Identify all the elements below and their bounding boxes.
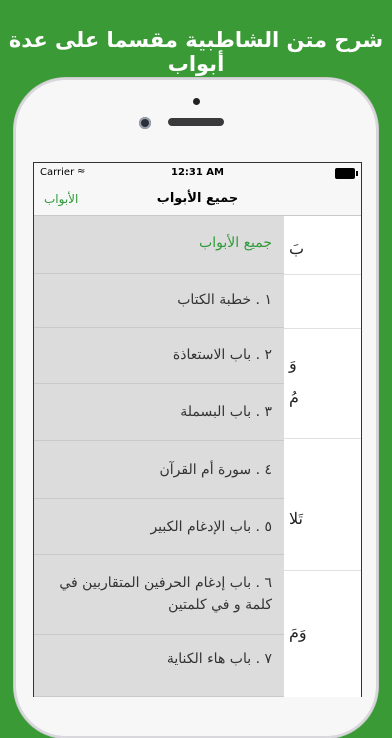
content-row	[284, 328, 361, 439]
menu-item[interactable]: ٢ . باب الاستعاذة	[34, 328, 284, 384]
content-row	[284, 274, 361, 329]
navigation-bar: الأبواب جميع الأبواب	[34, 183, 361, 216]
chapters-menu: جميع الأبواب ١ . خطبة الكتاب ٢ . باب الا…	[34, 216, 284, 697]
menu-item-label: ٢ . باب الاستعاذة	[172, 347, 272, 363]
menu-item-label: ٣ . باب البسملة	[180, 404, 272, 420]
status-time: 12:31 AM	[170, 167, 224, 178]
menu-item-label: ٦ . باب إدغام الحرفين المتقاربين في كلمة…	[59, 575, 272, 613]
status-bar: Carrier ≈ 12:31 AM	[34, 163, 361, 183]
battery-icon	[335, 168, 358, 179]
menu-item[interactable]: ٧ . باب هاء الكناية	[34, 635, 284, 697]
app-screen: Carrier ≈ 12:31 AM الأبواب جميع الأبواب …	[33, 162, 362, 697]
menu-item-label: ١ . خطبة الكتاب	[177, 292, 272, 308]
menu-item[interactable]: ٣ . باب البسملة	[34, 384, 284, 441]
promo-headline: شرح متن الشاطبية مقسما على عدة أبواب	[8, 28, 384, 76]
speaker-grille	[168, 118, 224, 126]
sensor-dot	[193, 98, 200, 105]
content-text: مُ	[289, 388, 299, 407]
content-text: تَلا	[289, 509, 303, 528]
menu-item[interactable]: ٦ . باب إدغام الحرفين المتقاربين في كلمة…	[34, 555, 284, 635]
menu-item-label: ٤ . سورة أم القرآن	[159, 462, 272, 478]
content-text: وَمَ	[289, 623, 307, 642]
content-text: وَ	[289, 354, 297, 373]
content-row	[284, 438, 361, 571]
page-title: جميع الأبواب	[156, 191, 239, 206]
menu-item-label: جميع الأبواب	[199, 235, 272, 251]
menu-item-label: ٥ . باب الإدغام الكبير	[150, 519, 272, 535]
menu-item[interactable]: ١ . خطبة الكتاب	[34, 274, 284, 328]
menu-item[interactable]: ٥ . باب الإدغام الكبير	[34, 499, 284, 555]
menu-item[interactable]: ٤ . سورة أم القرآن	[34, 441, 284, 499]
menu-item-all-chapters[interactable]: جميع الأبواب	[34, 216, 284, 274]
content-text: بَ	[289, 239, 305, 258]
camera-icon	[139, 117, 151, 129]
menu-item-label: ٧ . باب هاء الكناية	[166, 651, 272, 667]
